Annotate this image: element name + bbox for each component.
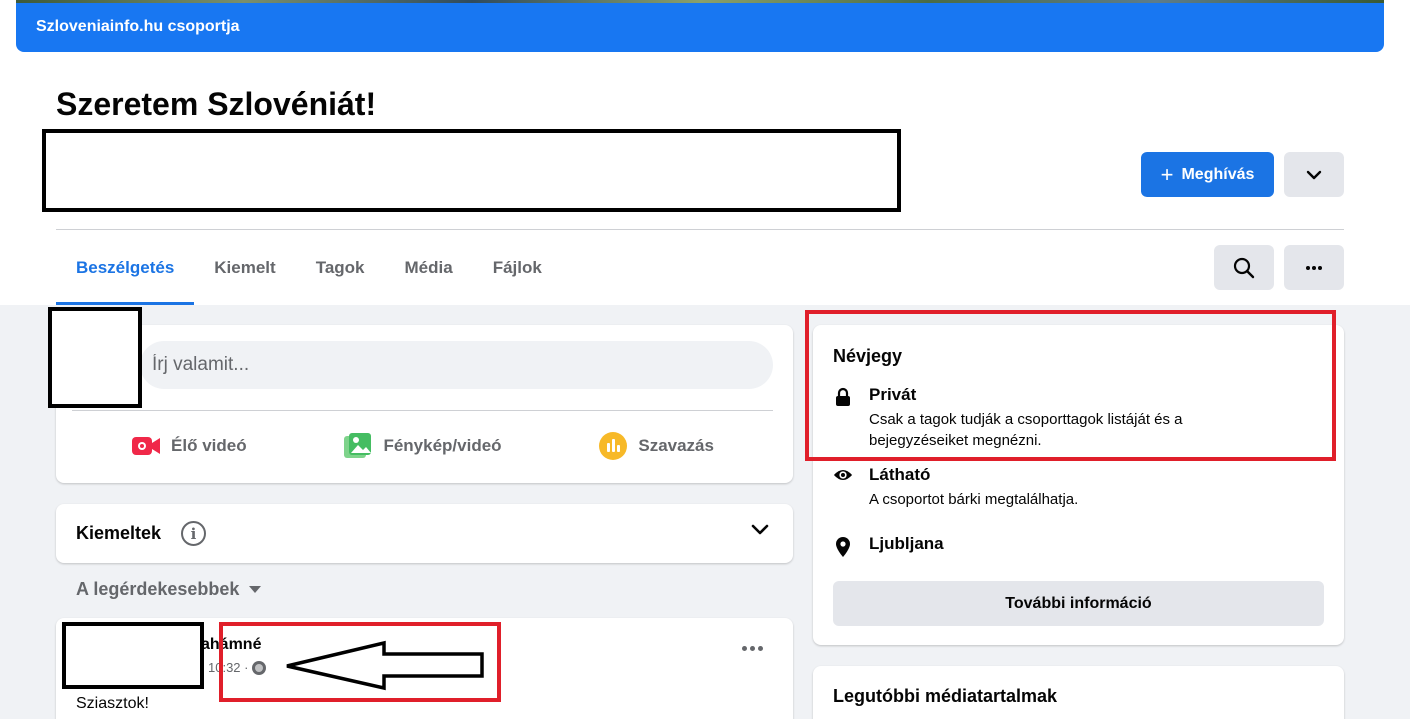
- more-info-button[interactable]: További információ: [833, 581, 1324, 626]
- location-pin-icon: [836, 537, 850, 557]
- annotation-red-box-about: [805, 310, 1336, 461]
- invite-button[interactable]: + Meghívás: [1141, 152, 1274, 197]
- more-horizontal-icon: [1306, 265, 1322, 270]
- photo-video-button[interactable]: Fénykép/videó: [306, 422, 540, 470]
- plus-icon: +: [1160, 161, 1174, 187]
- group-search-button[interactable]: [1214, 245, 1274, 290]
- group-more-button[interactable]: [1284, 245, 1344, 290]
- photo-icon: [344, 433, 372, 458]
- post-text: Sziasztok!: [76, 695, 149, 712]
- featured-title: Kiemeltek: [76, 523, 162, 543]
- tab-media[interactable]: Média: [385, 245, 473, 305]
- dot: [750, 646, 755, 651]
- eye-icon: [833, 470, 853, 480]
- composer-actions: Élő videó Fénykép/videó Szavazás: [72, 422, 773, 470]
- tab-files[interactable]: Fájlok: [473, 245, 562, 305]
- annotation-arrow-icon: [286, 640, 484, 691]
- redaction-box-avatar: [48, 307, 142, 408]
- live-video-button[interactable]: Élő videó: [72, 422, 306, 470]
- caret-down-icon: [249, 586, 262, 593]
- recent-media-card: Legutóbbi médiatartalmak: [813, 666, 1344, 719]
- live-video-icon: [132, 437, 161, 455]
- featured-section[interactable]: Kiemeltek i: [56, 504, 793, 563]
- info-icon[interactable]: i: [181, 521, 206, 546]
- sort-label: A legérdekesebbek: [76, 579, 240, 599]
- dot: [758, 646, 763, 651]
- post-options-button[interactable]: [742, 646, 763, 651]
- visibility-title: Látható: [869, 465, 931, 484]
- composer-divider: [72, 410, 773, 411]
- redaction-box-post-author: [62, 622, 204, 689]
- tab-discussion[interactable]: Beszélgetés: [56, 245, 195, 305]
- visibility-desc: A csoportot bárki megtalálhatja.: [869, 491, 1079, 508]
- group-tabs: Beszélgetés Kiemelt Tagok Média Fájlok: [56, 245, 562, 305]
- cover-strip[interactable]: Szloveniainfo.hu csoportja: [16, 0, 1384, 52]
- about-location: Ljubljana: [833, 534, 944, 558]
- header-dropdown-button[interactable]: [1284, 152, 1344, 197]
- poll-label: Szavazás: [638, 436, 714, 455]
- invite-label: Meghívás: [1181, 165, 1255, 183]
- chevron-down-icon[interactable]: [751, 524, 769, 536]
- page-title: Szeretem Szlovéniát!: [56, 86, 377, 122]
- poll-icon: [599, 432, 628, 460]
- parent-group-link[interactable]: Szloveniainfo.hu csoportja: [36, 18, 240, 36]
- redaction-box-header: [42, 129, 901, 212]
- search-icon: [1233, 257, 1255, 278]
- tab-members[interactable]: Tagok: [296, 245, 385, 305]
- recent-media-title: Legutóbbi médiatartalmak: [833, 686, 1058, 706]
- photo-video-label: Fénykép/videó: [383, 436, 502, 455]
- location-name[interactable]: Ljubljana: [869, 534, 944, 558]
- composer-input[interactable]: [140, 341, 773, 389]
- live-video-label: Élő videó: [171, 436, 247, 455]
- dot: [742, 646, 747, 651]
- poll-button[interactable]: Szavazás: [539, 422, 773, 470]
- header-divider: [56, 229, 1344, 230]
- post-composer: Élő videó Fénykép/videó Szavazás: [56, 325, 793, 483]
- about-visibility: Látható A csoportot bárki megtalálhatja.: [833, 465, 1078, 510]
- chevron-down-icon: [1306, 170, 1322, 179]
- sort-dropdown[interactable]: A legérdekesebbek: [76, 579, 262, 600]
- tab-featured[interactable]: Kiemelt: [194, 245, 295, 305]
